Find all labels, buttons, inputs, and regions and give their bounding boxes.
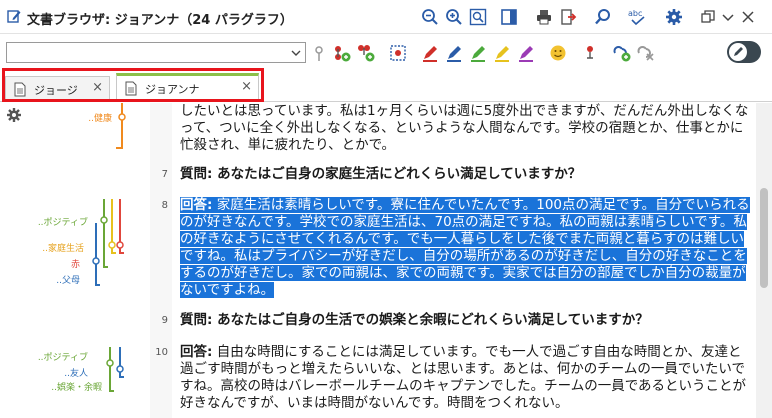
code-label-leisure[interactable]: ..娯楽・余暇 bbox=[51, 380, 102, 393]
settings-icon bbox=[666, 9, 682, 25]
pin-button[interactable] bbox=[309, 43, 329, 63]
code-link-button[interactable] bbox=[580, 43, 600, 63]
gear-icon[interactable] bbox=[6, 107, 22, 123]
paragraph-7-question: 質問: あなたはご自身の家庭生活にどれくらい満足していますか？ bbox=[180, 166, 582, 182]
highlighter-yellow-button[interactable] bbox=[492, 43, 512, 63]
code-merge-icon bbox=[358, 45, 375, 62]
paragraph-number: 9 bbox=[161, 315, 168, 326]
code-stripes-panel: ..健康 ..ポジティブ ..家庭生活 赤 ..父母 ..ポジティブ ..友人 … bbox=[0, 103, 150, 418]
select-frame-button[interactable] bbox=[388, 43, 408, 63]
selected-answer-text: 家庭生活は素晴らしいです。寮に住んでいたんです。100点の満足です。自分でいられ… bbox=[180, 197, 750, 298]
pencil-icon bbox=[734, 47, 743, 56]
paragraph-6-tail: したいとは思っています。私は1ヶ月くらいは週に5度外出できますが、だんだん外出し… bbox=[180, 103, 749, 153]
panel-toggle-button[interactable] bbox=[498, 6, 520, 28]
code-label-parents[interactable]: ..父母 bbox=[56, 273, 80, 286]
window-title: 文書ブラウザ: ジョアンナ（24 パラグラフ） bbox=[27, 13, 293, 28]
paragraph-number: 8 bbox=[161, 200, 168, 211]
code-label-family[interactable]: ..家庭生活 bbox=[42, 241, 84, 254]
code-bracket-leisure bbox=[106, 347, 124, 392]
link-add-button[interactable] bbox=[612, 43, 632, 63]
answer-label: 回答: bbox=[180, 344, 213, 360]
code-label-positive-2[interactable]: ..ポジティブ bbox=[38, 350, 88, 363]
pin-icon bbox=[315, 46, 323, 61]
select-frame-icon bbox=[390, 45, 406, 61]
export-icon bbox=[561, 9, 577, 25]
close-button[interactable] bbox=[737, 6, 759, 28]
search-icon bbox=[595, 9, 610, 25]
zoom-reset-icon bbox=[469, 8, 487, 26]
code-label-positive[interactable]: ..ポジティブ bbox=[38, 215, 88, 228]
zoom-in-button[interactable] bbox=[443, 6, 465, 28]
paragraph-8-answer[interactable]: 回答: 家庭生活は素晴らしいです。寮に住んでいたんです。100点の満足です。自分… bbox=[180, 197, 750, 299]
zoom-reset-button[interactable] bbox=[467, 6, 489, 28]
code-bracket-family bbox=[92, 199, 124, 286]
panel-toggle-icon bbox=[501, 9, 517, 25]
spellcheck-button[interactable]: abc bbox=[626, 6, 648, 28]
link-remove-button[interactable] bbox=[636, 43, 656, 63]
highlighter-yellow-icon bbox=[495, 46, 509, 62]
link-add-icon bbox=[613, 46, 631, 62]
highlighter-red-button[interactable] bbox=[420, 43, 440, 63]
settings-button[interactable] bbox=[663, 6, 685, 28]
callout-highlight bbox=[2, 68, 264, 102]
code-filter-combo[interactable] bbox=[6, 42, 306, 63]
paragraph-number: 10 bbox=[155, 347, 168, 358]
search-button[interactable] bbox=[592, 6, 614, 28]
document-content: ..健康 ..ポジティブ ..家庭生活 赤 ..父母 ..ポジティブ ..友人 … bbox=[0, 103, 772, 418]
export-button[interactable] bbox=[557, 6, 579, 28]
code-link-icon bbox=[587, 46, 593, 59]
link-remove-icon bbox=[637, 46, 654, 61]
print-icon bbox=[537, 10, 551, 25]
spellcheck-icon: abc bbox=[628, 9, 645, 26]
smiley-icon bbox=[550, 45, 566, 61]
restore-window-button[interactable] bbox=[697, 6, 719, 28]
code-label-health[interactable]: ..健康 bbox=[88, 111, 112, 124]
code-add-icon bbox=[335, 46, 351, 62]
paragraph-number-column bbox=[150, 103, 172, 418]
zoom-out-button[interactable] bbox=[419, 6, 441, 28]
highlighter-red-icon bbox=[423, 46, 437, 62]
restore-window-icon bbox=[701, 10, 715, 23]
code-label-friends[interactable]: ..友人 bbox=[64, 366, 88, 379]
chevron-down-icon bbox=[291, 50, 301, 56]
zoom-in-icon bbox=[446, 9, 462, 25]
highlighter-blue-icon bbox=[447, 46, 461, 62]
paragraph-9-question: 質問: あなたはご自身の生活での娯楽と余暇にどれくらい満足していますか？ bbox=[180, 312, 649, 328]
paragraph-number: 7 bbox=[161, 169, 168, 180]
highlighter-purple-button[interactable] bbox=[516, 43, 536, 63]
document-edit-icon bbox=[7, 10, 21, 23]
minimize-button[interactable] bbox=[717, 6, 739, 28]
scrollbar-thumb[interactable] bbox=[760, 188, 768, 288]
paragraph-10-answer: 回答: 自由な時間にすることには満足しています。でも一人で過ごす自由な時間とか、… bbox=[180, 344, 750, 412]
code-add-button[interactable] bbox=[332, 43, 352, 63]
title-bar: 文書ブラウザ: ジョアンナ（24 パラグラフ） abc bbox=[0, 0, 772, 34]
code-merge-button[interactable] bbox=[356, 43, 376, 63]
print-button[interactable] bbox=[533, 6, 555, 28]
spellcheck-label: abc bbox=[628, 9, 642, 18]
highlighter-purple-icon bbox=[519, 46, 533, 62]
zoom-out-icon bbox=[422, 9, 438, 25]
minimize-icon bbox=[722, 14, 734, 22]
edit-mode-toggle[interactable] bbox=[727, 41, 761, 63]
answer-label: 回答: bbox=[180, 197, 213, 213]
highlighter-green-icon bbox=[471, 46, 485, 62]
close-icon bbox=[742, 11, 754, 23]
code-bracket-health bbox=[116, 103, 126, 149]
highlighter-green-button[interactable] bbox=[468, 43, 488, 63]
answer-text: 自由な時間にすることには満足しています。でも一人で過ごす自由な時間とか、友達と過… bbox=[180, 344, 747, 411]
code-label-red[interactable]: 赤 bbox=[71, 257, 80, 270]
emoticon-button[interactable] bbox=[548, 43, 568, 63]
highlighter-blue-button[interactable] bbox=[444, 43, 464, 63]
toolbar bbox=[0, 34, 772, 72]
